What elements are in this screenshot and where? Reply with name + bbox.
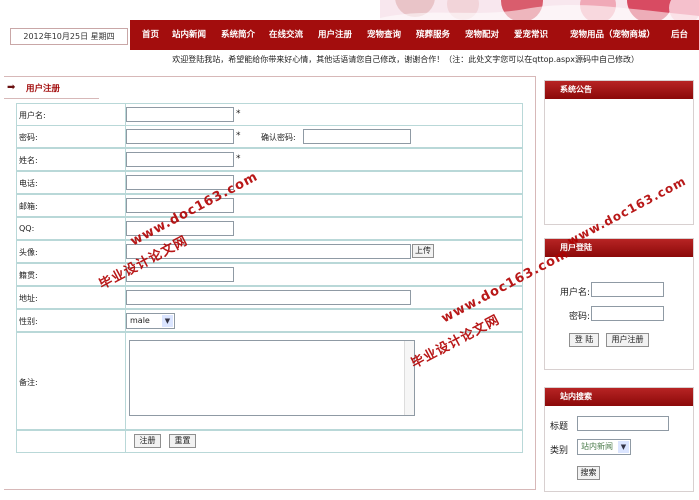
search-type-select[interactable]: 站内新闻 ▼ [577,439,631,455]
nav-pet-search[interactable]: 宠物查询 [367,20,401,50]
name-input[interactable] [126,152,234,167]
address-row: 地址: [16,286,523,309]
username-row: 用户名: * [16,103,523,126]
chevron-down-icon: ▼ [162,315,173,327]
right-arrow-icon: ➡ [7,82,16,93]
registration-title: 用户注册 [26,84,61,94]
current-date: 2012年10月25日 星期四 [10,28,128,45]
password-row: 密码: * 确认密码: [16,125,523,148]
nav-user-register[interactable]: 用户注册 [318,20,352,50]
nav-system-intro[interactable]: 系统简介 [221,20,255,50]
upload-button[interactable]: 上传 [412,244,434,258]
email-label: 邮箱: [19,202,38,211]
login-password-label: 密码: [569,312,591,322]
nav-admin[interactable]: 后台 [671,20,688,50]
password-label: 密码: [19,133,38,142]
required-marker: * [236,131,241,141]
gender-select[interactable]: male ▼ [126,313,175,329]
address-label: 地址: [19,294,38,303]
login-password-input[interactable] [591,306,664,321]
nav-pet-supplies[interactable]: 宠物用品（宠物商城） [570,20,655,50]
qq-row: QQ: [16,217,523,240]
required-marker: * [236,154,241,164]
flower-banner-image [380,0,699,20]
native-place-label: 籍贯: [19,271,38,280]
welcome-message: 欢迎登陆我站，希望能给你带来好心情，其他话语请您自己修改，谢谢合作！（注：此处文… [0,50,699,70]
login-register-button[interactable]: 用户注册 [606,333,649,347]
user-registration-panel: ➡ 用户注册 用户名: * 密码: * 确认密码: 姓名: * 电话: 邮箱: … [4,76,536,490]
registration-title-bar: ➡ 用户注册 [4,77,99,99]
chevron-down-icon: ▼ [618,441,629,453]
login-username-label: 用户名: [560,288,591,298]
name-label: 姓名: [19,156,38,165]
phone-row: 电话: [16,171,523,194]
login-username-input[interactable] [591,282,664,297]
register-button[interactable]: 注册 [134,434,161,448]
username-label: 用户名: [19,111,46,120]
nav-online-chat[interactable]: 在线交流 [269,20,303,50]
avatar-label: 头像: [19,248,38,257]
nav-pet-matching[interactable]: 宠物配对 [465,20,499,50]
qq-label: QQ: [19,224,35,233]
nav-site-news[interactable]: 站内新闻 [172,20,206,50]
search-button[interactable]: 搜索 [577,466,600,480]
username-input[interactable] [126,107,234,122]
form-actions-row: 注册 重置 [16,430,523,453]
required-marker: * [236,109,241,119]
gender-label: 性别: [19,317,38,326]
nav-pet-knowledge[interactable]: 爱宠常识 [514,20,548,50]
login-button[interactable]: 登 陆 [569,333,599,347]
site-search-title: 站内搜索 [545,388,693,406]
system-notice-title: 系统公告 [545,81,693,99]
reset-button[interactable]: 重置 [169,434,196,448]
native-place-row: 籍贯: [16,263,523,286]
search-type-value: 站内新闻 [581,442,613,451]
phone-label: 电话: [19,179,38,188]
gender-value: male [130,316,150,325]
system-notice-panel: 系统公告 [544,80,694,225]
confirm-password-input[interactable] [303,129,411,144]
email-row: 邮箱: [16,194,523,217]
remark-label: 备注: [19,378,38,387]
site-header: 2012年10月25日 星期四 首页 站内新闻 系统简介 在线交流 用户注册 宠… [0,0,699,50]
name-row: 姓名: * [16,148,523,171]
main-navigation: 首页 站内新闻 系统简介 在线交流 用户注册 宠物查询 殡葬服务 宠物配对 爱宠… [130,20,699,50]
remark-textarea[interactable] [129,340,415,416]
search-title-input[interactable] [577,416,669,431]
nav-funeral-service[interactable]: 殡葬服务 [416,20,450,50]
confirm-password-label: 确认密码: [261,133,296,142]
password-input[interactable] [126,129,234,144]
avatar-row: 头像: 上传 [16,240,523,263]
search-title-label: 标题 [550,422,569,432]
search-type-label: 类别 [550,446,569,456]
address-input[interactable] [126,290,411,305]
nav-home[interactable]: 首页 [142,20,159,50]
site-search-panel: 站内搜索 标题 类别 站内新闻 ▼ 搜索 [544,387,694,492]
